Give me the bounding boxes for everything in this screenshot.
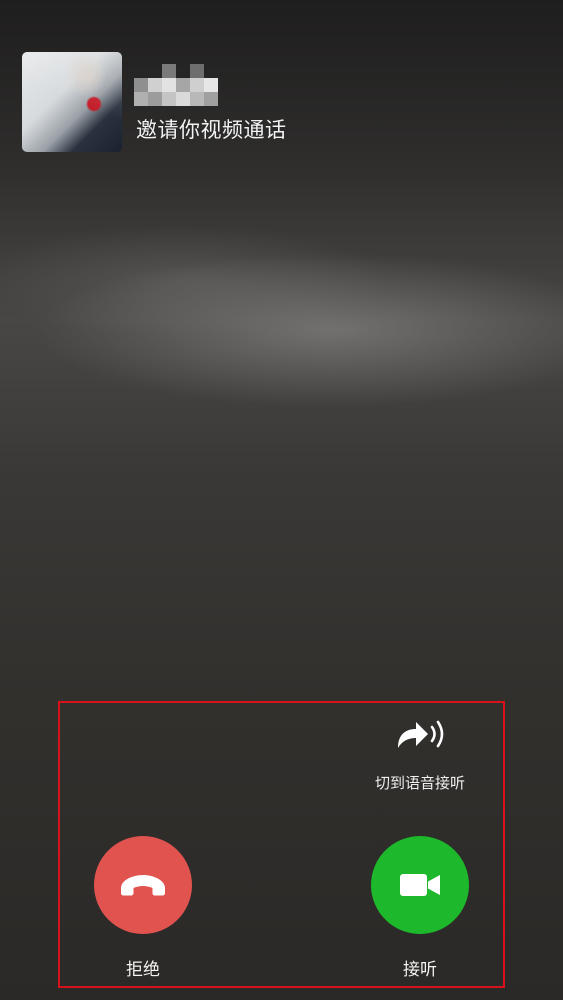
accept-button[interactable] [371, 836, 469, 934]
name-mosaic-cell [204, 78, 218, 92]
name-mosaic-cell [148, 78, 162, 92]
caller-avatar [22, 52, 122, 152]
name-mosaic-cell [190, 64, 204, 78]
name-mosaic-cell [162, 92, 176, 106]
invite-text: 邀请你视频通话 [136, 118, 287, 142]
decline-label: 拒绝 [126, 960, 160, 980]
name-mosaic-cell [190, 92, 204, 106]
name-mosaic-cell [162, 64, 176, 78]
name-mosaic-cell [134, 92, 148, 106]
name-mosaic-cell [204, 92, 218, 106]
name-mosaic-cell [190, 78, 204, 92]
arrow-sound-waves-icon [398, 720, 444, 748]
decline-button[interactable] [94, 836, 192, 934]
name-mosaic-cell [176, 92, 190, 106]
switch-to-voice-button[interactable]: 切到语音接听 [360, 716, 480, 800]
switch-to-voice-label: 切到语音接听 [374, 774, 465, 792]
hang-up-phone-icon [121, 875, 165, 896]
name-mosaic-cell [162, 78, 176, 92]
video-camera-icon [400, 874, 440, 896]
name-mosaic-cell [148, 92, 162, 106]
name-mosaic-cell [134, 78, 148, 92]
name-mosaic-cell [176, 78, 190, 92]
accept-label: 接听 [403, 960, 437, 980]
caller-name-pixelated [134, 64, 226, 106]
avatar-photo-overlay [22, 52, 122, 152]
caller-info: 邀请你视频通话 [22, 52, 522, 152]
